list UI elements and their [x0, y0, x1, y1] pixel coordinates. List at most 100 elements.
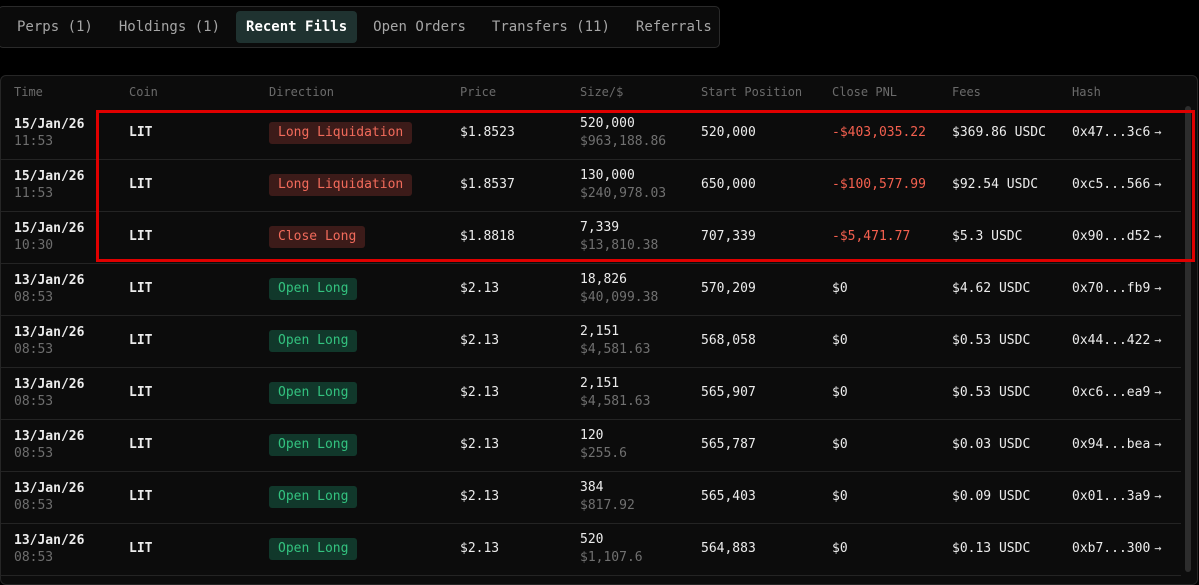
- table-row[interactable]: 15/Jan/26 11:53 LIT Long Liquidation $1.8523…: [1, 108, 1181, 160]
- tab-transfers[interactable]: Transfers (11): [482, 11, 620, 43]
- table-row[interactable]: 13/Jan/26 08:53 LIT Open Long $2.13 2,151 $4,5…: [1, 368, 1181, 420]
- tab-referrals[interactable]: Referrals: [626, 11, 722, 43]
- fill-size: 520: [580, 532, 604, 547]
- fill-time: 08:53: [14, 394, 54, 409]
- column-header-price[interactable]: Price: [460, 85, 496, 99]
- fill-date: 13/Jan/26: [14, 325, 85, 340]
- fill-date: 13/Jan/26: [14, 481, 85, 496]
- arrow-right-icon: →: [1154, 437, 1162, 451]
- hash-link[interactable]: 0x94...bea →: [1072, 437, 1162, 452]
- fill-date: 13/Jan/26: [14, 429, 85, 444]
- fill-date: 15/Jan/26: [14, 117, 85, 132]
- coin-label: LIT: [129, 177, 153, 192]
- hash-text: 0xb7...300: [1072, 541, 1151, 556]
- hash-link[interactable]: 0x70...fb9 →: [1072, 281, 1162, 296]
- fill-size: 130,000: [580, 168, 635, 183]
- fill-size: 384: [580, 480, 604, 495]
- fill-size: 18,826: [580, 272, 627, 287]
- fill-size-usd: $963,188.86: [580, 134, 667, 149]
- coin-label: LIT: [129, 437, 153, 452]
- fill-size-usd: $255.6: [580, 446, 627, 461]
- fill-size-usd: $40,099.38: [580, 290, 659, 305]
- fill-size-usd: $4,581.63: [580, 342, 651, 357]
- fill-price: $2.13: [460, 489, 500, 504]
- hash-link[interactable]: 0xc5...566 →: [1072, 177, 1162, 192]
- hash-link[interactable]: 0x90...d52 →: [1072, 229, 1162, 244]
- fill-size: 120: [580, 428, 604, 443]
- arrow-right-icon: →: [1154, 385, 1162, 399]
- table-row[interactable]: 13/Jan/26 08:53 LIT Open Long $2.13 520 $1,107…: [1, 524, 1181, 576]
- column-header-start-position[interactable]: Start Position: [701, 85, 802, 99]
- scrollbar[interactable]: [1181, 106, 1197, 584]
- close-pnl: $0: [832, 281, 848, 296]
- table-row[interactable]: 13/Jan/26 08:53 LIT Open Long $2.13 120 $255.6…: [1, 420, 1181, 472]
- direction-badge: Open Long: [269, 382, 358, 404]
- close-pnl: $0: [832, 437, 848, 452]
- direction-badge: Open Long: [269, 330, 358, 352]
- fill-fees: $92.54 USDC: [952, 177, 1039, 192]
- hash-link[interactable]: 0x01...3a9 →: [1072, 489, 1162, 504]
- arrow-right-icon: →: [1154, 177, 1162, 191]
- fill-size: 2,151: [580, 324, 620, 339]
- arrow-right-icon: →: [1154, 229, 1162, 243]
- fill-time: 08:53: [14, 550, 54, 565]
- start-position: 570,209: [701, 281, 756, 296]
- column-header-hash[interactable]: Hash: [1072, 85, 1101, 99]
- column-header-coin[interactable]: Coin: [129, 85, 158, 99]
- hash-link[interactable]: 0xc6...ea9 →: [1072, 385, 1162, 400]
- start-position: 707,339: [701, 229, 756, 244]
- table-row[interactable]: 15/Jan/26 11:53 LIT Long Liquidation $1.8537…: [1, 160, 1181, 212]
- coin-label: LIT: [129, 229, 153, 244]
- arrow-right-icon: →: [1154, 281, 1162, 295]
- tab-recent-fills[interactable]: Recent Fills: [236, 11, 358, 43]
- coin-label: LIT: [129, 281, 153, 296]
- tab-holdings[interactable]: Holdings (1): [109, 11, 230, 43]
- fill-date: 13/Jan/26: [14, 533, 85, 548]
- hash-text: 0x90...d52: [1072, 229, 1151, 244]
- start-position: 565,403: [701, 489, 756, 504]
- hash-text: 0x70...fb9: [1072, 281, 1151, 296]
- fill-date: 13/Jan/26: [14, 377, 85, 392]
- table-row[interactable]: 13/Jan/26 08:53 LIT Open Long $2.13 384 $817.9…: [1, 472, 1181, 524]
- fill-size-usd: $1,107.6: [580, 550, 643, 565]
- fill-size: 520,000: [580, 116, 635, 131]
- fill-fees: $0.53 USDC: [952, 385, 1031, 400]
- fill-date: 15/Jan/26: [14, 221, 85, 236]
- close-pnl: $0: [832, 541, 848, 556]
- direction-badge: Open Long: [269, 434, 358, 456]
- arrow-right-icon: →: [1154, 333, 1162, 347]
- fill-price: $2.13: [460, 437, 500, 452]
- fill-fees: $0.53 USDC: [952, 333, 1031, 348]
- tab-perps[interactable]: Perps (1): [7, 11, 103, 43]
- tab-open-orders[interactable]: Open Orders: [363, 11, 476, 43]
- close-pnl: -$403,035.22: [832, 125, 926, 140]
- table-row[interactable]: 13/Jan/26 08:53 LIT Open Long $2.13 18,826 $40…: [1, 264, 1181, 316]
- hash-link[interactable]: 0xb7...300 →: [1072, 541, 1162, 556]
- table-row[interactable]: 13/Jan/26 08:53 LIT Open Long $2.13 2,151 $4,5…: [1, 316, 1181, 368]
- coin-label: LIT: [129, 125, 153, 140]
- fill-price: $2.13: [460, 541, 500, 556]
- scrollbar-thumb[interactable]: [1185, 106, 1191, 572]
- fills-table: Time Coin Direction Price Size/$ Start Positi…: [0, 75, 1198, 585]
- direction-badge: Long Liquidation: [269, 122, 413, 144]
- hash-link[interactable]: 0x47...3c6 →: [1072, 125, 1162, 140]
- fill-time: 08:53: [14, 498, 54, 513]
- column-header-fees[interactable]: Fees: [952, 85, 981, 99]
- coin-label: LIT: [129, 489, 153, 504]
- close-pnl: -$100,577.99: [832, 177, 926, 192]
- close-pnl: $0: [832, 489, 848, 504]
- column-header-direction[interactable]: Direction: [269, 85, 334, 99]
- start-position: 565,787: [701, 437, 756, 452]
- direction-badge: Open Long: [269, 486, 358, 508]
- column-header-close-pnl[interactable]: Close PNL: [832, 85, 897, 99]
- close-pnl: $0: [832, 333, 848, 348]
- hash-text: 0x01...3a9: [1072, 489, 1151, 504]
- fill-date: 15/Jan/26: [14, 169, 85, 184]
- hash-link[interactable]: 0x44...422 →: [1072, 333, 1162, 348]
- column-header-size[interactable]: Size/$: [580, 85, 623, 99]
- table-row[interactable]: 15/Jan/26 10:30 LIT Close Long $1.8818 7,339 $…: [1, 212, 1181, 264]
- start-position: 564,883: [701, 541, 756, 556]
- coin-label: LIT: [129, 385, 153, 400]
- column-header-time[interactable]: Time: [14, 85, 43, 99]
- fill-size-usd: $817.92: [580, 498, 635, 513]
